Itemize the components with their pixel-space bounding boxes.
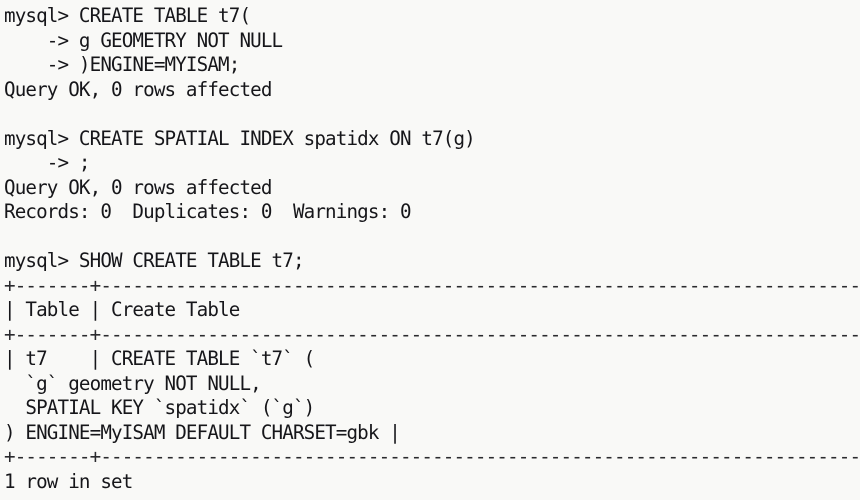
console-line-rule: +-------+-------------------------------… — [4, 322, 860, 346]
console-line-header: | Table | Create Table — [4, 298, 240, 321]
console-line-command: -> g GEOMETRY NOT NULL — [4, 28, 283, 52]
console-line-command: -> )ENGINE=MYISAM; — [4, 53, 241, 76]
console-line-row: SPATIAL KEY `spatidx` (`g`) — [4, 396, 315, 419]
console-line-result: Query OK, 0 rows affected — [4, 175, 272, 199]
console-line-command: -> ; — [4, 151, 91, 174]
console-line-result: Query OK, 0 rows affected — [4, 77, 272, 101]
console-line-result: 1 row in set — [4, 469, 133, 493]
console-line-row: ) ENGINE=MyISAM DEFAULT CHARSET=gbk | — [4, 420, 401, 444]
console-line-row: `g` geometry NOT NULL, — [4, 371, 261, 395]
console-line-command: mysql> CREATE SPATIAL INDEX spatidx ON t… — [4, 126, 476, 150]
console-line-command: mysql> CREATE TABLE t7( — [4, 4, 251, 27]
terminal-console[interactable]: mysql> CREATE TABLE t7( -> g GEOMETRY NO… — [0, 0, 860, 500]
console-line-rule: +-------+-------------------------------… — [4, 273, 860, 297]
console-line-command: mysql> SHOW CREATE TABLE t7; — [4, 249, 305, 272]
console-line-rule: +-------+-------------------------------… — [4, 445, 860, 468]
console-line-result: Records: 0 Duplicates: 0 Warnings: 0 — [4, 200, 412, 223]
console-line-row: | t7 | CREATE TABLE `t7` ( — [4, 347, 315, 370]
